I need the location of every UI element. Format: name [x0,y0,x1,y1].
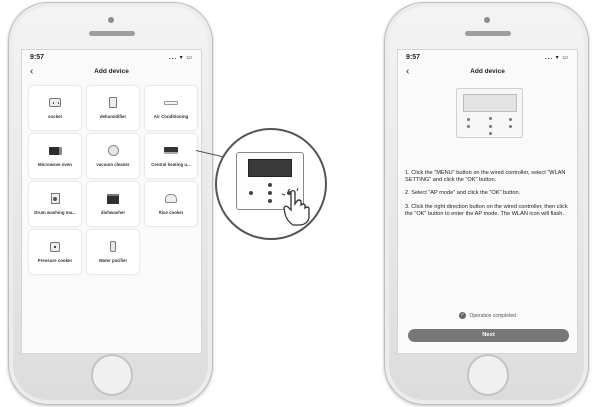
next-button[interactable]: Next [408,329,569,342]
device-card-air-conditioning[interactable]: Air Conditioning [145,86,197,130]
ok-button-icon [268,191,272,195]
pressure-cooker-icon [48,241,62,252]
washing-machine-icon [48,193,62,204]
device-card-central-heating[interactable]: Central heating u... [145,134,197,178]
phone-left: 9:57 ... ▾ ▭ ‹ Add device socket dehumid… [8,2,213,405]
status-time: 9:57 [30,54,45,61]
left-button-icon [249,191,253,195]
device-card-water-purifier[interactable]: Water purifier [87,230,139,274]
controller-screen [248,159,292,177]
socket-icon [48,97,62,108]
camera-icon [484,17,490,23]
status-bar: 9:57 ... ▾ ▭ [406,54,569,64]
phone-right: 9:57 ... ▾ ▭ ‹ Add device 1. Click the "… [384,2,589,405]
page-title: Add device [470,68,505,75]
wired-controller-panel-icon [456,88,523,138]
status-icons: ... ▾ ▭ [168,55,193,61]
panel-button-icon [509,125,512,128]
instruction-step-1: 1. Click the "MENU" button on the wired … [405,170,566,184]
check-circle-icon: ✓ [459,312,467,319]
status-bar: 9:57 ... ▾ ▭ [30,54,193,64]
dishwasher-icon [106,193,120,204]
device-label: socket [48,114,62,119]
device-label: dishwasher [100,210,126,215]
panel-button-icon [509,118,512,121]
speaker-icon [465,31,511,36]
status-time: 9:57 [406,54,421,61]
device-label: Microwave oven [38,162,72,167]
central-heating-icon [164,145,178,156]
vacuum-cleaner-icon [106,145,120,156]
device-label: Air Conditioning [153,114,189,119]
home-button[interactable] [91,354,133,396]
air-conditioner-icon [164,97,178,108]
panel-button-icon [467,125,470,128]
dehumidifier-icon [106,97,120,108]
operation-status-label: Operation completed [469,312,516,319]
nav-bar: ‹ Add device [398,66,577,80]
device-card-socket[interactable]: socket [29,86,81,130]
speaker-icon [89,31,135,36]
up-button-icon [268,183,272,187]
pointing-hand-icon [281,188,310,226]
wired-controller-callout [215,128,327,240]
panel-button-icon [489,125,492,128]
home-button[interactable] [467,354,509,396]
device-label: vacuum cleaner [96,162,130,167]
instructions: 1. Click the "MENU" button on the wired … [405,170,573,224]
status-icons: ... ▾ ▭ [544,55,569,61]
panel-display [463,94,517,112]
rice-cooker-icon [164,193,178,204]
nav-bar: ‹ Add device [22,66,201,80]
instruction-step-3: 3. Click the right direction button on t… [405,203,568,217]
device-label: Central heating u... [151,162,191,167]
device-card-rice-cooker[interactable]: Rice cooker [145,182,197,226]
device-grid: socket dehumidifier Air Conditioning Mic… [29,86,197,274]
device-card-washing-machine[interactable]: Drum washing ma... [29,182,81,226]
device-label: Pressure cooker [37,258,73,263]
device-card-dehumidifier[interactable]: dehumidifier [87,86,139,130]
instruction-step-2: 2. Select "AP mode" and click the "OK" b… [405,190,521,197]
device-label: Drum washing ma... [34,210,76,215]
microwave-icon [48,145,62,156]
device-label: Rice cooker [158,210,184,215]
device-card-vacuum-cleaner[interactable]: vacuum cleaner [87,134,139,178]
panel-button-icon [467,118,470,121]
operation-status: ✓ Operation completed [398,312,577,319]
device-label: Water purifier [98,258,128,263]
camera-icon [108,17,114,23]
panel-button-icon [489,132,492,135]
down-button-icon [268,199,272,203]
water-purifier-icon [106,241,120,252]
panel-button-icon [489,117,492,120]
device-card-dishwasher[interactable]: dishwasher [87,182,139,226]
add-device-screen: 9:57 ... ▾ ▭ ‹ Add device socket dehumid… [21,49,202,354]
device-card-pressure-cooker[interactable]: Pressure cooker [29,230,81,274]
device-label: dehumidifier [99,114,127,119]
device-card-microwave[interactable]: Microwave oven [29,134,81,178]
ap-mode-instructions-screen: 9:57 ... ▾ ▭ ‹ Add device 1. Click the "… [397,49,578,354]
page-title: Add device [94,68,129,75]
